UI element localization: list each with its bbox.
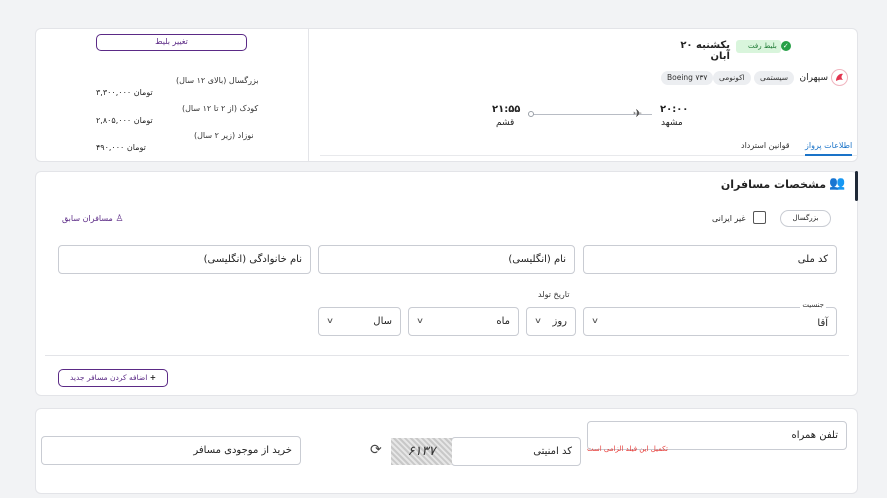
airline-name: سپهران	[799, 73, 828, 83]
chip-aircraft: Boeing ۷۳۷	[661, 71, 714, 85]
airline-logo	[831, 69, 848, 86]
price-value-infant: ۴۹۰,۰۰۰ تومان	[96, 143, 146, 152]
national-code-input[interactable]: کد ملی	[583, 245, 837, 274]
gender-label: جنسیت	[800, 301, 826, 309]
arrival-time: ۲۱:۵۵	[492, 104, 521, 115]
first-name-en-input[interactable]: نام (انگلیسی)	[318, 245, 575, 274]
change-ticket-button[interactable]: تغییر بلیط	[96, 34, 247, 51]
one-way-badge: بلیط رفت ✓	[736, 40, 791, 53]
chevron-down-icon: ∨	[534, 315, 543, 326]
non-iranian-checkbox[interactable]	[753, 211, 766, 224]
birth-month-select[interactable]: ماه ∨	[408, 307, 519, 336]
card-divider	[308, 29, 309, 161]
chevron-down-icon: ∨	[591, 315, 600, 326]
wallet-purchase-input[interactable]: خرید از موجودی مسافر	[41, 436, 301, 465]
refresh-captcha-icon[interactable]: ⟳	[370, 443, 382, 457]
chevron-down-icon: ∨	[416, 315, 425, 326]
departure-time: ۲۰:۰۰	[660, 104, 689, 115]
passenger-type-pill[interactable]: بزرگسال	[780, 210, 831, 227]
price-label-child: کودک (از ۲ تا ۱۲ سال)	[182, 104, 259, 113]
price-value-adult: ۳,۳۰۰,۰۰۰ تومان	[96, 88, 153, 97]
airplane-icon: ✈	[633, 107, 643, 120]
chevron-down-icon: ∨	[326, 315, 335, 326]
non-iranian-label: غیر ایرانی	[712, 214, 746, 223]
gender-select[interactable]: جنسیت آقا ∨	[583, 301, 837, 336]
airline-logo-icon	[836, 73, 843, 81]
passengers-title: مشخصات مسافران	[720, 178, 826, 191]
user-icon: ♙	[115, 214, 124, 224]
price-label-infant: نوزاد (زیر ۲ سال)	[194, 131, 254, 140]
captcha-image: ۶۱۳۷	[391, 438, 452, 465]
captcha-text: ۶۱۳۷	[407, 444, 436, 459]
flight-tabs-underline	[320, 155, 858, 156]
route-origin-dot	[528, 111, 534, 117]
passengers-divider	[45, 355, 849, 356]
chip-economy: اکونومی	[713, 71, 751, 85]
birth-date-label: تاریخ تولد	[538, 290, 570, 299]
departure-city: مشهد	[661, 118, 683, 128]
users-icon: 👥	[829, 176, 846, 191]
plus-icon: +	[149, 373, 157, 382]
mobile-error: تکمیل این فیلد الزامی است	[587, 445, 668, 453]
add-passenger-button[interactable]: اضافه کردن مسافر جدید +	[58, 369, 168, 387]
check-icon: ✓	[780, 41, 791, 51]
price-value-child: ۲,۸۰۵,۰۰۰ تومان	[96, 116, 153, 125]
birth-day-select[interactable]: روز ∨	[526, 307, 576, 336]
security-code-input[interactable]: کد امنیتی	[451, 437, 581, 466]
birth-year-select[interactable]: سال ∨	[318, 307, 401, 336]
passengers-card-accent	[855, 171, 858, 201]
tab-flight-info[interactable]: اطلاعات پرواز	[805, 141, 853, 156]
last-name-en-input[interactable]: نام خانوادگی (انگلیسی)	[58, 245, 311, 274]
previous-passengers-link[interactable]: مسافران سابق ♙	[62, 214, 123, 224]
passengers-card	[35, 171, 858, 396]
flight-date: یکشنبه ۲۰ آبان	[680, 40, 730, 62]
arrival-city: قشم	[496, 118, 515, 128]
price-label-adult: بزرگسال (بالای ۱۲ سال)	[176, 76, 259, 85]
tab-refund-rules[interactable]: قوانین استرداد	[741, 141, 790, 150]
chip-system: سیستمی	[754, 71, 795, 85]
